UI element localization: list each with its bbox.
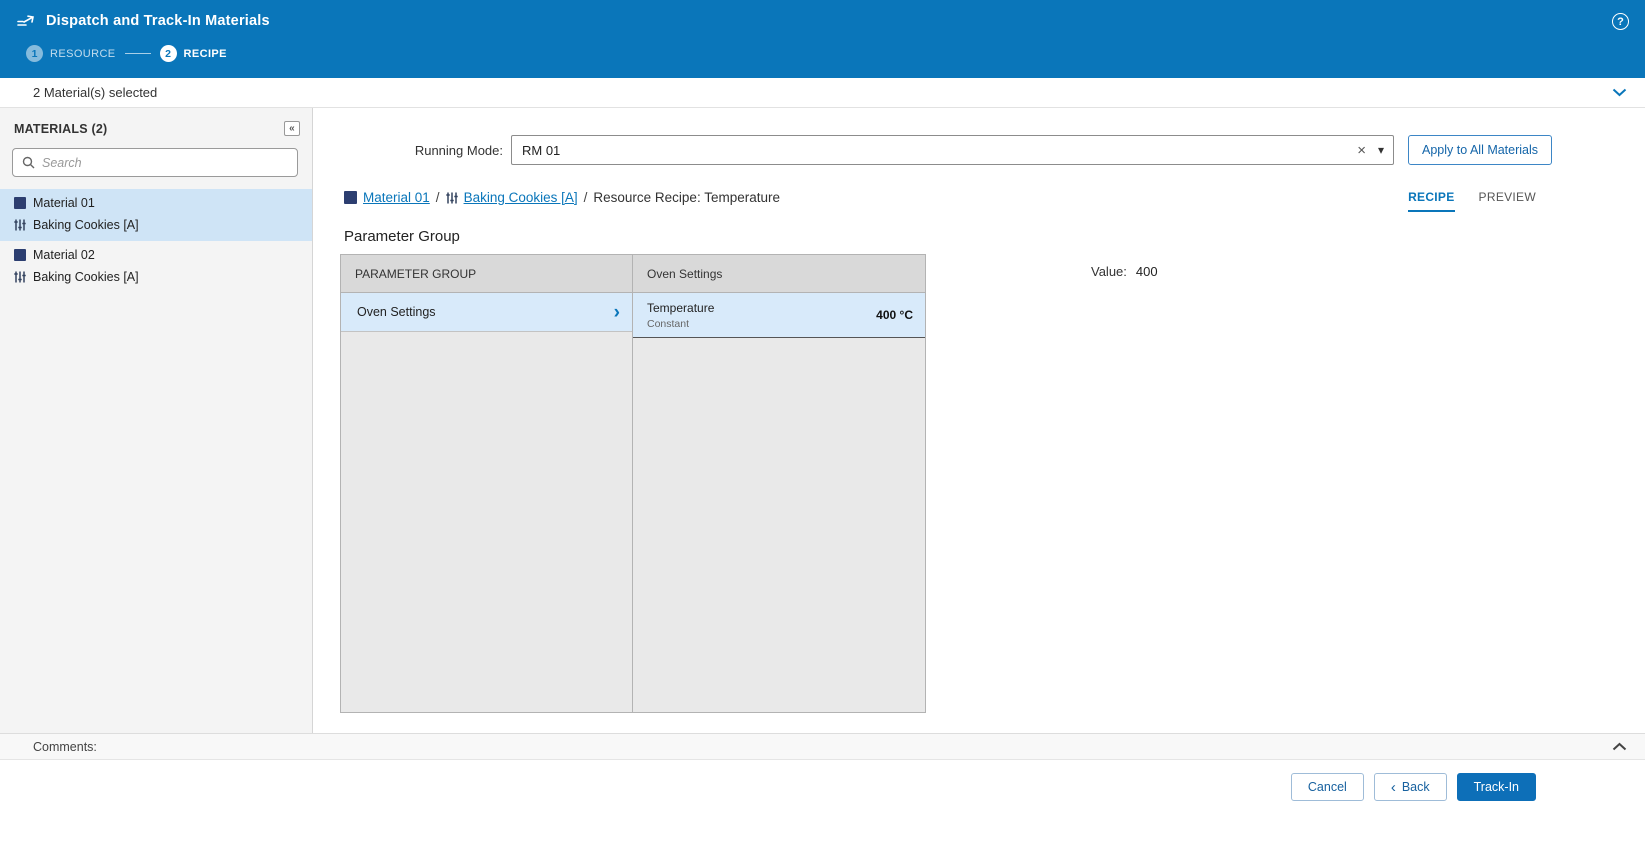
comments-bar: Comments: (0, 733, 1645, 760)
wizard-stepper: 1 RESOURCE 2 RECIPE (26, 45, 1645, 62)
parameter-group-table: PARAMETER GROUP Oven Settings › Oven Set… (340, 254, 926, 713)
recipe-main-panel: Running Mode: RM 01 × ▾ Apply to All Mat… (313, 108, 1645, 733)
collapse-panel-icon[interactable]: « (284, 121, 300, 136)
step-1-number: 1 (26, 45, 43, 62)
parameter-value: 400 °C (876, 308, 913, 322)
track-in-button[interactable]: Track-In (1457, 773, 1536, 801)
parameter-group-column-header: PARAMETER GROUP (341, 255, 632, 293)
breadcrumb-material-link[interactable]: Material 01 (363, 190, 430, 205)
chevron-down-icon[interactable] (1612, 88, 1627, 97)
tab-recipe[interactable]: RECIPE (1408, 190, 1454, 212)
step-resource[interactable]: 1 RESOURCE (26, 45, 116, 62)
search-box (12, 148, 298, 177)
parameter-mode: Constant (647, 318, 714, 330)
value-text: 400 (1136, 264, 1158, 713)
apply-to-all-materials-button[interactable]: Apply to All Materials (1408, 135, 1552, 165)
search-input[interactable] (42, 156, 288, 170)
parameter-group-row-label: Oven Settings (357, 305, 436, 319)
materials-selected-text: 2 Material(s) selected (33, 85, 157, 100)
running-mode-value: RM 01 (522, 143, 1357, 158)
chevron-right-icon: › (614, 303, 620, 322)
recipe-sliders-icon (14, 271, 26, 283)
parameter-group-row[interactable]: Oven Settings › (341, 293, 632, 332)
table-empty-area (633, 338, 925, 712)
recipe-name: Baking Cookies [A] (33, 216, 139, 234)
materials-selected-bar: 2 Material(s) selected (0, 78, 1645, 108)
material-list-item[interactable]: Material 02 Baking Cookies [A] (0, 241, 312, 293)
back-button-label: Back (1402, 780, 1430, 794)
recipe-preview-tabs: RECIPE PREVIEW (1408, 190, 1536, 212)
step-recipe[interactable]: 2 RECIPE (160, 45, 227, 62)
value-label: Value: (1091, 264, 1127, 713)
parameter-name: Temperature (647, 301, 714, 315)
materials-list: Material 01 Baking Cookies [A] Material … (0, 189, 312, 293)
material-icon (14, 197, 26, 209)
breadcrumb-current: Resource Recipe: Temperature (593, 190, 780, 205)
clear-icon[interactable]: × (1357, 142, 1366, 159)
step-2-number: 2 (160, 45, 177, 62)
recipe-sliders-icon (14, 219, 26, 231)
parameter-group-title: Parameter Group (344, 228, 1645, 245)
material-name: Material 01 (33, 194, 95, 212)
breadcrumb-recipe-link[interactable]: Baking Cookies [A] (464, 190, 578, 205)
chevron-down-icon[interactable]: ▾ (1378, 143, 1384, 157)
material-list-item[interactable]: Material 01 Baking Cookies [A] (0, 189, 312, 241)
material-icon (14, 249, 26, 261)
breadcrumb-separator: / (584, 190, 588, 205)
help-icon[interactable]: ? (1612, 13, 1629, 30)
table-empty-area (341, 332, 632, 712)
breadcrumb: Material 01 / Baking Cookies [A] / Resou… (344, 190, 1408, 205)
page-title: Dispatch and Track-In Materials (46, 13, 270, 29)
cancel-button[interactable]: Cancel (1291, 773, 1364, 801)
step-connector-line (125, 53, 151, 54)
running-mode-label: Running Mode: (333, 143, 503, 158)
material-icon (344, 191, 357, 204)
dispatch-track-in-window: Dispatch and Track-In Materials ? 1 RESO… (0, 0, 1645, 850)
back-button[interactable]: ‹ Back (1374, 773, 1447, 801)
dispatch-icon (16, 14, 36, 28)
comments-label: Comments: (33, 740, 97, 754)
search-icon (22, 156, 35, 169)
sidebar-title: MATERIALS (2) (14, 122, 107, 136)
oven-settings-column-header: Oven Settings (633, 255, 925, 293)
recipe-sliders-icon (446, 192, 458, 204)
materials-sidebar: MATERIALS (2) « Material 01 (0, 108, 313, 733)
step-1-label: RESOURCE (50, 48, 116, 60)
step-2-label: RECIPE (184, 48, 227, 60)
breadcrumb-separator: / (436, 190, 440, 205)
parameter-row[interactable]: Temperature Constant 400 °C (633, 293, 925, 338)
recipe-name: Baking Cookies [A] (33, 268, 139, 286)
running-mode-combobox[interactable]: RM 01 × ▾ (511, 135, 1394, 165)
chevron-left-icon: ‹ (1391, 780, 1396, 795)
chevron-up-icon[interactable] (1612, 742, 1627, 751)
material-name: Material 02 (33, 246, 95, 264)
top-header: Dispatch and Track-In Materials ? 1 RESO… (0, 0, 1645, 78)
tab-preview[interactable]: PREVIEW (1479, 190, 1536, 212)
action-footer: Cancel ‹ Back Track-In (0, 760, 1645, 850)
value-panel: Value: 400 (1091, 254, 1158, 713)
